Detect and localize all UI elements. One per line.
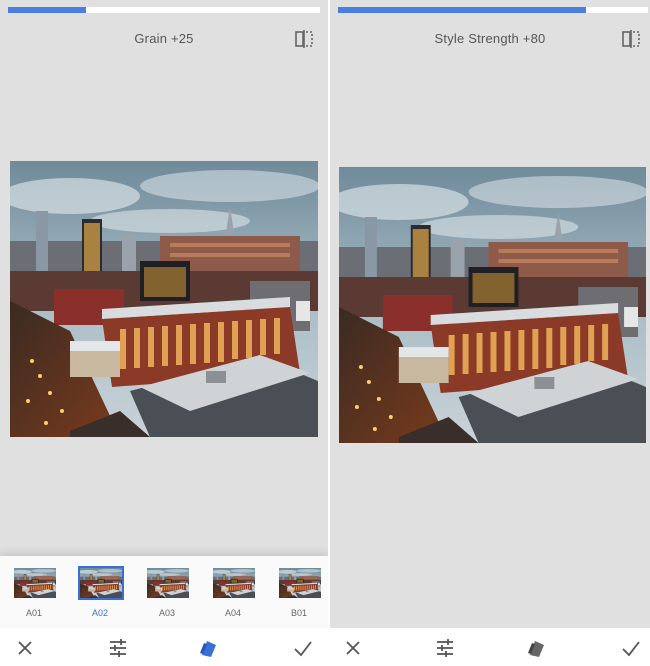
edited-photo bbox=[339, 167, 646, 443]
filter-preview bbox=[145, 566, 191, 600]
filter-strip: A01 A02 A03 A04 B01 bbox=[0, 556, 328, 628]
bottom-toolbar bbox=[330, 628, 650, 666]
filter-thumbnail-a03[interactable]: A03 bbox=[145, 566, 189, 618]
bottom-toolbar bbox=[0, 628, 328, 666]
parameter-label: Style Strength +80 bbox=[434, 31, 546, 46]
edited-photo bbox=[10, 161, 318, 437]
close-icon[interactable] bbox=[14, 637, 36, 659]
left-editor-panel: Grain +25 A01 A02 A03 A04 B01 bbox=[0, 0, 328, 666]
filter-thumbnail-b01[interactable]: B01 bbox=[277, 566, 321, 618]
style-strength-progress-fill bbox=[338, 7, 586, 13]
compare-icon[interactable] bbox=[621, 30, 641, 48]
right-editor-panel: Style Strength +80 bbox=[330, 0, 650, 666]
filter-preview bbox=[12, 566, 58, 600]
style-icon[interactable] bbox=[198, 637, 220, 659]
filter-thumbnail-a04[interactable]: A04 bbox=[211, 566, 255, 618]
filter-label: A04 bbox=[224, 608, 241, 618]
style-strength-progress-bar[interactable] bbox=[338, 7, 648, 13]
parameter-label: Grain +25 bbox=[134, 31, 194, 46]
sliders-icon[interactable] bbox=[434, 637, 456, 659]
filter-label: B01 bbox=[290, 608, 307, 618]
grain-progress-bar[interactable] bbox=[8, 7, 320, 13]
filter-label: A02 bbox=[91, 608, 108, 618]
filter-preview bbox=[211, 566, 257, 600]
sliders-icon[interactable] bbox=[107, 637, 129, 659]
check-icon[interactable] bbox=[620, 637, 642, 659]
filter-thumbnail-a01[interactable]: A01 bbox=[12, 566, 56, 618]
close-icon[interactable] bbox=[342, 637, 364, 659]
compare-icon[interactable] bbox=[294, 30, 314, 48]
check-icon[interactable] bbox=[292, 637, 314, 659]
filter-label: A01 bbox=[25, 608, 42, 618]
grain-progress-fill bbox=[8, 7, 86, 13]
filter-thumbnail-a02[interactable]: A02 bbox=[78, 566, 124, 618]
filter-preview bbox=[277, 566, 323, 600]
filter-preview bbox=[78, 566, 124, 600]
style-icon[interactable] bbox=[526, 637, 548, 659]
filter-label: A03 bbox=[158, 608, 175, 618]
